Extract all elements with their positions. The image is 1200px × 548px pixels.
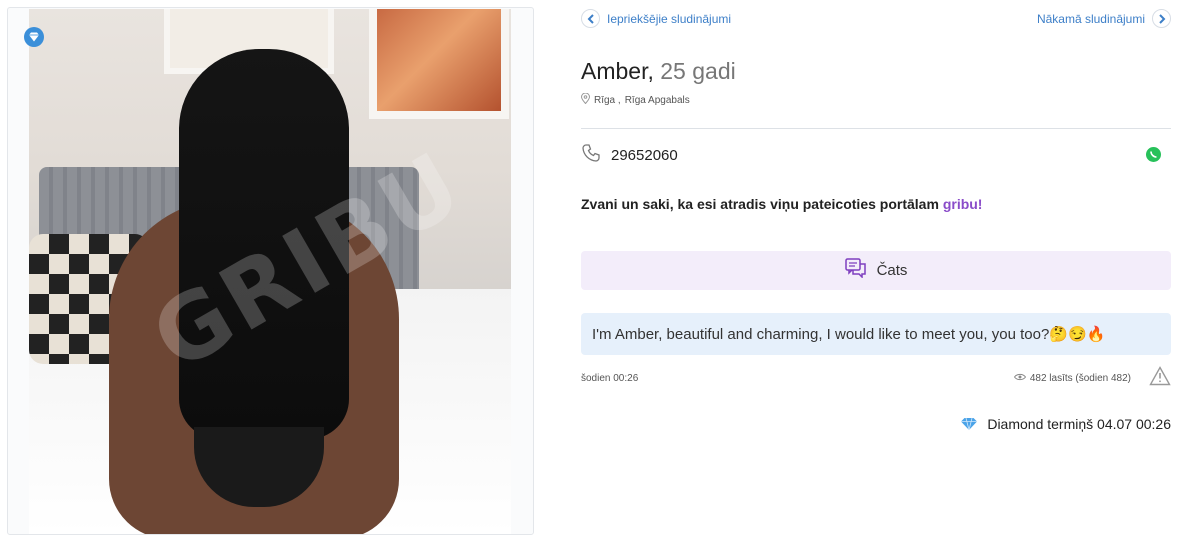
location-region: Rīga Apgabals bbox=[624, 94, 690, 106]
diamond-icon bbox=[24, 27, 44, 47]
chat-button[interactable]: Čats bbox=[581, 251, 1171, 290]
phone-icon bbox=[581, 143, 601, 168]
next-listings-link[interactable]: Nākamā sludinājumi bbox=[1037, 9, 1171, 28]
posted-date: šodien 00:26 bbox=[581, 373, 639, 384]
diamond-term: Diamond termiņš 04.07 00:26 bbox=[960, 416, 1171, 432]
report-warning-icon[interactable] bbox=[1149, 366, 1171, 386]
divider bbox=[581, 128, 1171, 129]
call-prompt: Zvani un saki, ka esi atradis viņu patei… bbox=[581, 196, 982, 212]
listing-photo[interactable]: GRIBU bbox=[29, 9, 511, 534]
chat-label: Čats bbox=[876, 262, 908, 279]
profile-name: Amber, bbox=[581, 58, 654, 84]
profile-heading: Amber, 25 gadi bbox=[581, 58, 736, 85]
phone-number[interactable]: 29652060 bbox=[611, 147, 678, 164]
profile-age: 25 gadi bbox=[660, 58, 736, 84]
view-count-text: 482 lasīts (šodien 482) bbox=[1029, 373, 1131, 384]
diamond-icon bbox=[961, 417, 978, 431]
listing-description: I'm Amber, beautiful and charming, I wou… bbox=[581, 313, 1171, 355]
profile-location: Rīga , Rīga Apgabals bbox=[580, 92, 690, 107]
eye-icon bbox=[1013, 373, 1026, 384]
chevron-right-icon bbox=[1152, 9, 1171, 28]
brand-link[interactable]: gribu! bbox=[943, 196, 983, 212]
diamond-term-label: Diamond termiņš 04.07 00:26 bbox=[987, 416, 1171, 432]
view-count: 482 lasīts (šodien 482) bbox=[1013, 373, 1131, 384]
call-prompt-text: Zvani un saki, ka esi atradis viņu patei… bbox=[581, 196, 939, 212]
location-pin-icon bbox=[580, 92, 591, 107]
previous-listings-link[interactable]: Iepriekšējie sludinājumi bbox=[581, 9, 731, 28]
photo-gallery: GRIBU bbox=[7, 7, 534, 535]
chat-icon bbox=[844, 258, 867, 283]
previous-listings-label: Iepriekšējie sludinājumi bbox=[607, 11, 732, 26]
phone-row: 29652060 bbox=[581, 143, 1171, 168]
whatsapp-icon[interactable] bbox=[1146, 147, 1161, 162]
chevron-left-icon bbox=[581, 9, 600, 28]
next-listings-label: Nākamā sludinājumi bbox=[1036, 11, 1145, 26]
location-city: Rīga , bbox=[594, 94, 621, 106]
wall-art-right bbox=[369, 9, 509, 119]
